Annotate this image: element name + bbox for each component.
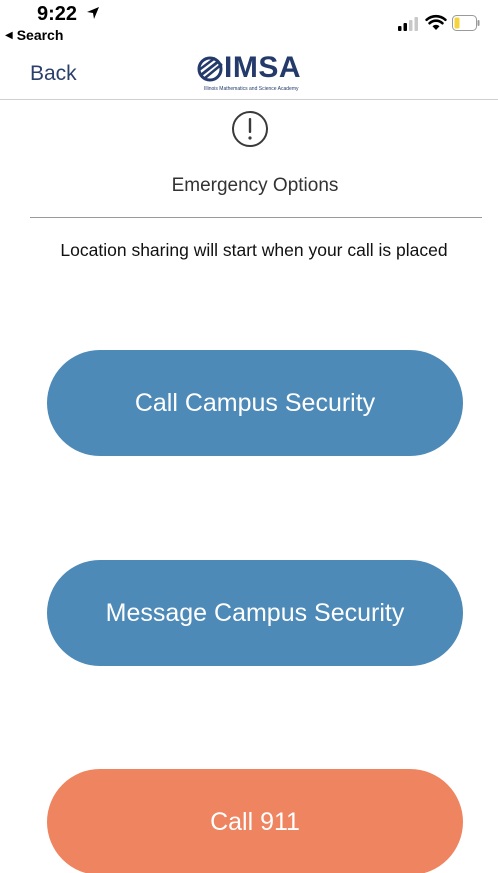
wifi-icon [425,14,447,30]
call-campus-security-button[interactable]: Call Campus Security [47,350,463,456]
page-title: Emergency Options [171,175,339,196]
battery-icon [452,15,480,31]
exclamation-circle-icon [232,111,268,147]
back-to-search-link[interactable]: ◀ Search [5,27,63,43]
location-arrow-icon [87,7,99,19]
navigation-bar: Back IMSA Illinois Mathematics and Scien… [0,48,498,100]
back-triangle-icon: ◀ [5,29,13,41]
imsa-logo: IMSA Illinois Mathematics and Science Ac… [196,52,316,98]
status-bar: 9:22 ◀ Search [0,0,498,48]
call-911-button[interactable]: Call 911 [47,769,463,873]
location-sharing-notice: Location sharing will start when your ca… [60,240,448,260]
logo-wordmark: IMSA [224,51,301,84]
back-app-label: Search [16,27,64,43]
emergency-options-screen: 9:22 ◀ Search Back IMSA Illinois Mathema… [0,0,498,873]
signal-icon [398,17,418,31]
logo-subtitle: Illinois Mathematics and Science Academy [204,86,299,92]
globe-logo-icon [197,56,223,82]
message-campus-security-button[interactable]: Message Campus Security [47,560,463,666]
divider [30,217,482,218]
back-button[interactable]: Back [30,62,77,86]
status-time: 9:22 [37,3,78,25]
